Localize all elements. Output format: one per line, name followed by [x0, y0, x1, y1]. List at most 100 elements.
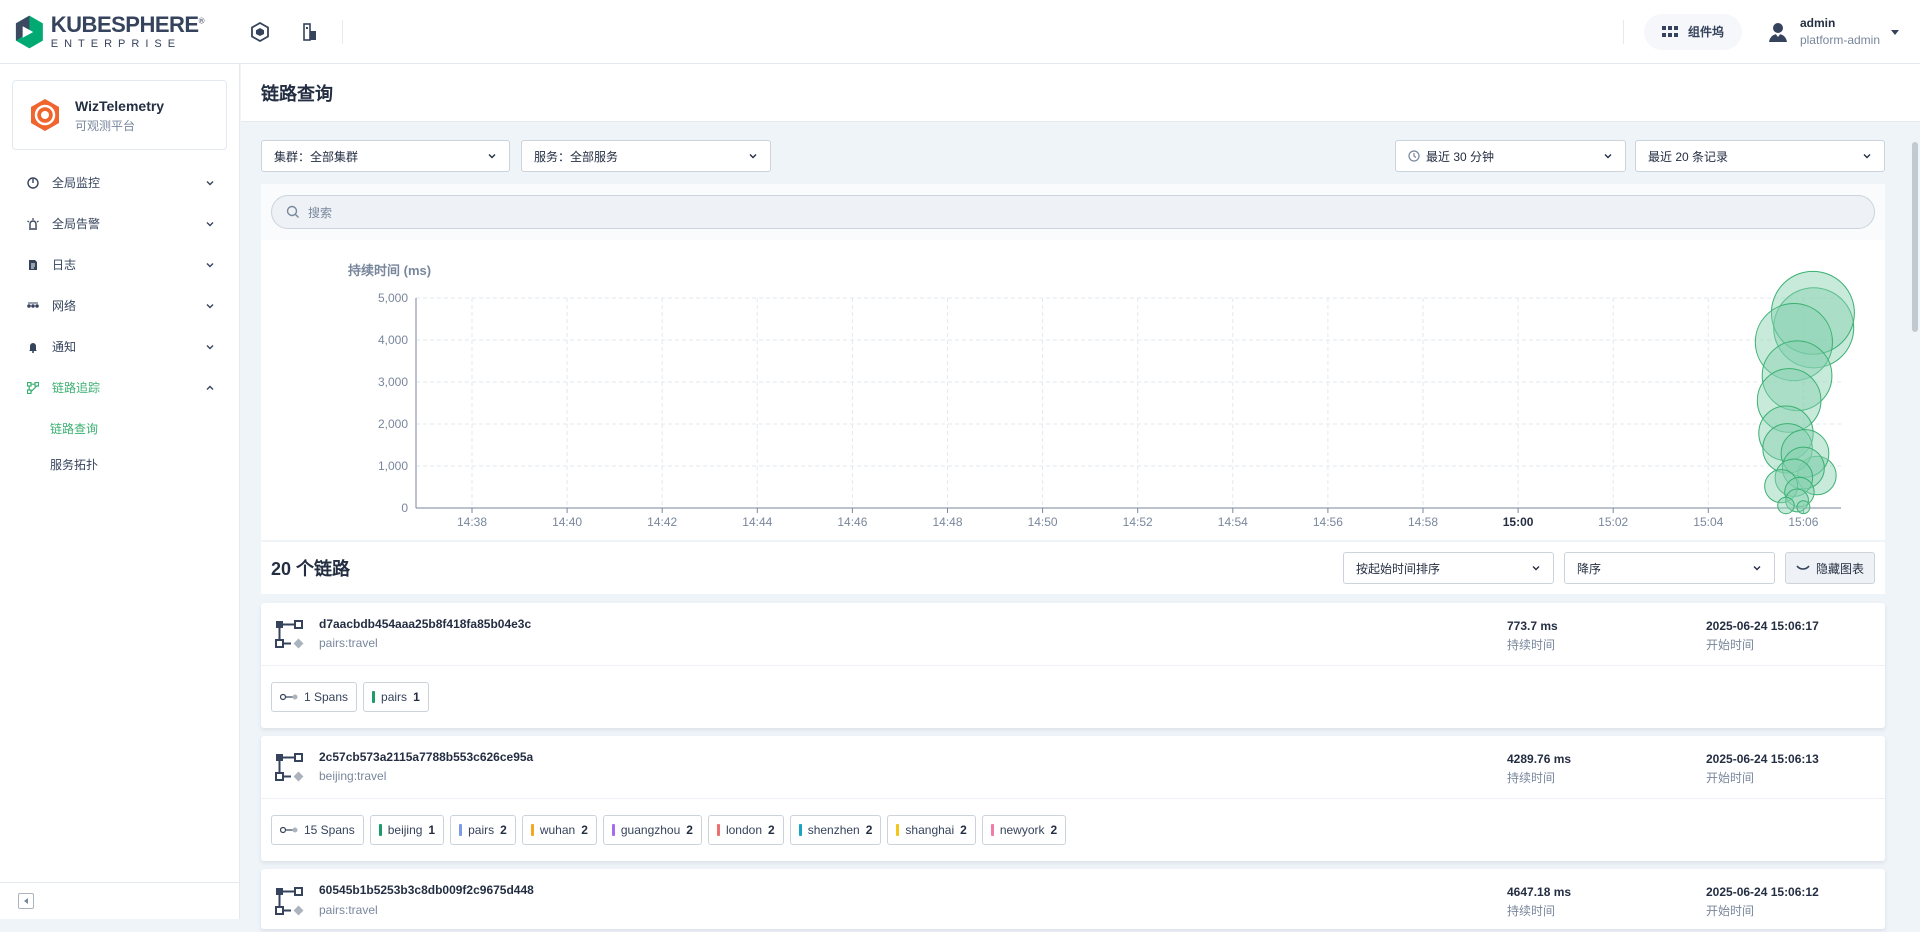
trace-duration-value: 4647.18 ms [1507, 885, 1572, 899]
span-icon [280, 693, 298, 701]
sidebar-item-logs[interactable]: 日志 [0, 244, 239, 285]
user-name: admin [1799, 15, 1836, 30]
user-role: platform-admin [1799, 32, 1880, 47]
service-tag: guangzhou 2 [602, 815, 702, 845]
service-color-bar [459, 824, 463, 836]
service-color-bar [372, 691, 376, 703]
chevron-down-icon [748, 151, 758, 161]
service-color-bar [530, 824, 534, 836]
record-limit-select[interactable]: 最近 20 条记录 [1635, 140, 1885, 172]
monitor-icon [26, 176, 40, 190]
page-title-bar: 链路查询 [241, 64, 1920, 122]
logo-sub-text: ENTERPRISE [50, 37, 182, 50]
search-input[interactable]: 搜索 [271, 195, 1875, 229]
main-content: 链路查询 集群：全部集群 服务：全部服务 最近 30 分钟 最近 20 条记录 … [241, 64, 1920, 929]
chart-x-tick-label: 14:38 [457, 515, 487, 529]
sidebar-subitem-service-topology[interactable]: 服务拓扑 [0, 446, 239, 482]
workspace-icon[interactable] [294, 16, 326, 48]
sidebar: WizTelemetry 可观测平台 全局监控 全局告警 日志 网络 通知 链路… [0, 64, 240, 919]
chart-x-tick-label: 14:50 [1028, 515, 1058, 529]
chevron-down-icon [1603, 151, 1613, 161]
service-color-bar [611, 824, 615, 836]
trace-card[interactable]: 60545b1b5253b3c8db009f2c9675d448 pairs:t… [261, 869, 1885, 929]
sidebar-item-global-alerts[interactable]: 全局告警 [0, 203, 239, 244]
chart-trace-point [1777, 496, 1795, 515]
service-tag-count: 2 [500, 823, 507, 837]
trace-id[interactable]: 60545b1b5253b3c8db009f2c9675d448 [319, 881, 534, 900]
trace-icon [275, 753, 304, 782]
user-menu[interactable]: admin platform-admin [1766, 15, 1900, 49]
platform-icon[interactable] [244, 16, 276, 48]
spans-tag: 15 Spans [271, 815, 364, 845]
chart-x-tick-label: 14:44 [742, 515, 772, 529]
duration-scatter-chart: 持续时间 (ms) 0 1,000 2,000 3,000 4,000 5,000 14:3… [348, 263, 1855, 529]
sidebar-item-network[interactable]: 网络 [0, 285, 239, 326]
span-icon [280, 826, 298, 834]
trace-card-header: 60545b1b5253b3c8db009f2c9675d448 pairs:t… [261, 869, 1885, 932]
sort-order-select[interactable]: 降序 [1563, 552, 1775, 584]
sidebar-item-notifications[interactable]: 通知 [0, 326, 239, 367]
service-tag-name: guangzhou [620, 823, 681, 837]
chart-x-tick-label: 14:42 [647, 515, 677, 529]
chart-y-tick-label: 0 [401, 501, 408, 515]
trace-start-label: 开始时间 [1706, 638, 1755, 653]
logo-reg-mark: ® [198, 16, 205, 26]
filter-bar: 集群：全部集群 服务：全部服务 最近 30 分钟 最近 20 条记录 [261, 140, 1890, 172]
service-color-bar [716, 824, 720, 836]
trace-duration: 4647.18 ms 持续时间 [1507, 883, 1571, 921]
trace-start-time: 2025-06-24 15:06:13 开始时间 [1706, 750, 1819, 788]
main-scrollbar[interactable] [1910, 122, 1920, 919]
chart-points [1754, 270, 1855, 515]
hide-chart-button[interactable]: 隐藏图表 [1784, 552, 1875, 584]
chevron-down-icon [205, 219, 215, 229]
logo-main-text: KUBESPHERE [50, 11, 199, 37]
sidebar-item-label: 全局监控 [52, 176, 101, 190]
chart-y-tick-label: 4,000 [378, 333, 408, 347]
service-tag: wuhan 2 [521, 815, 597, 845]
chevron-down-icon [1531, 563, 1541, 573]
cluster-select-value: 集群：全部集群 [274, 149, 359, 164]
sort-by-value: 按起始时间排序 [1355, 561, 1440, 576]
service-select[interactable]: 服务：全部服务 [521, 140, 771, 172]
chevron-down-icon [1752, 563, 1762, 573]
app-name: WizTelemetry [75, 97, 165, 114]
sidebar-item-label: 网络 [52, 299, 77, 313]
trace-duration: 4289.76 ms 持续时间 [1507, 750, 1571, 788]
duration-chart: 持续时间 (ms) 0 1,000 2,000 3,000 4,000 5,000 14:3… [261, 240, 1885, 540]
service-color-bar [990, 824, 994, 836]
trace-card[interactable]: d7aacbdb454aaa25b8f418fa85b04e3c pairs:t… [261, 603, 1885, 728]
service-tag-name: london [725, 823, 762, 837]
caret-down-icon [1891, 29, 1899, 35]
chevron-down-icon [205, 301, 215, 311]
sidebar-item-tracing[interactable]: 链路追踪 [0, 367, 239, 408]
sort-by-select[interactable]: 按起始时间排序 [1342, 552, 1554, 584]
service-color-bar [896, 824, 900, 836]
service-tag: london 2 [707, 815, 784, 845]
service-tag-count: 2 [686, 823, 693, 837]
avatar [1768, 22, 1787, 42]
top-navbar: KUBESPHERE® ENTERPRISE 组件坞 admin platfor… [0, 0, 1920, 64]
chart-y-tick-label: 3,000 [378, 375, 408, 389]
trace-service: pairs:travel [319, 902, 378, 917]
scrollbar-thumb[interactable] [1912, 142, 1918, 332]
collapse-sidebar-icon[interactable] [18, 893, 34, 909]
page-title: 链路查询 [261, 83, 333, 104]
chart-x-tick-label: 14:46 [837, 515, 867, 529]
component-dock-button[interactable]: 组件坞 [1643, 13, 1742, 50]
trace-icon [275, 886, 304, 915]
sidebar-item-global-monitoring[interactable]: 全局监控 [0, 162, 239, 203]
alarm-icon [26, 217, 40, 231]
chevron-down-icon [1862, 151, 1872, 161]
chart-trace-point [1796, 500, 1811, 515]
sidebar-subitem-trace-query[interactable]: 链路查询 [0, 410, 239, 446]
trace-id[interactable]: d7aacbdb454aaa25b8f418fa85b04e3c [319, 615, 531, 634]
kubesphere-logo[interactable]: KUBESPHERE® ENTERPRISE [14, 11, 205, 52]
time-range-select[interactable]: 最近 30 分钟 [1395, 140, 1626, 172]
cluster-select[interactable]: 集群：全部集群 [261, 140, 510, 172]
trace-id[interactable]: 2c57cb573a2115a7788b553c626ce95a [319, 748, 533, 767]
trace-service: pairs:travel [319, 636, 378, 650]
trace-card[interactable]: 2c57cb573a2115a7788b553c626ce95a beijing… [261, 736, 1885, 861]
trace-card-header: d7aacbdb454aaa25b8f418fa85b04e3c pairs:t… [261, 603, 1885, 666]
service-tag: pairs 2 [450, 815, 516, 845]
trace-start-time: 2025-06-24 15:06:12 开始时间 [1706, 883, 1819, 921]
